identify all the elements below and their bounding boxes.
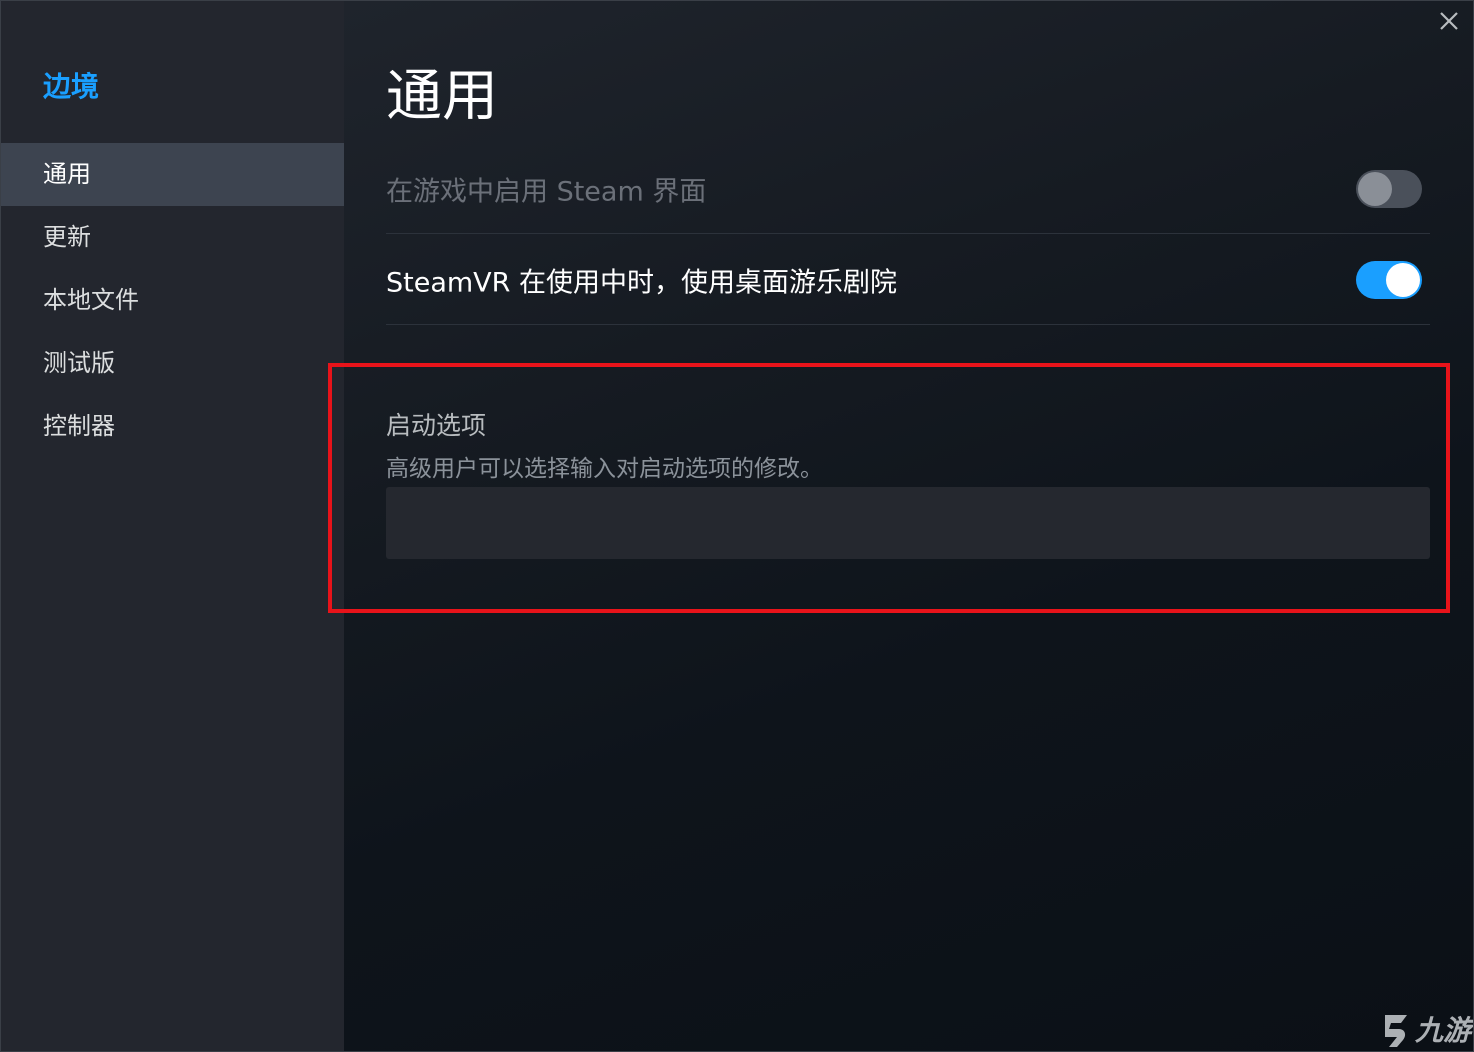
watermark-text: 九游 [1414, 1014, 1471, 1047]
main-panel: 通用 在游戏中启用 Steam 界面 SteamVR 在使用中时，使用桌面游乐剧… [328, 1, 1473, 1051]
desktop-theatre-toggle[interactable] [1356, 260, 1422, 299]
page-title: 通用 [386, 64, 498, 129]
properties-window: 边境 通用 更新 本地文件 测试版 控制器 通用 在游戏中启用 Steam 界面… [0, 0, 1474, 1052]
setting-row-desktop-theatre: SteamVR 在使用中时，使用桌面游乐剧院 [386, 235, 1430, 325]
sidebar-item-updates[interactable]: 更新 [1, 206, 344, 269]
toggle-knob [1358, 171, 1392, 206]
toggle-knob [1386, 262, 1420, 297]
setting-row-steam-overlay: 在游戏中启用 Steam 界面 [386, 144, 1430, 234]
close-button[interactable] [1435, 7, 1463, 35]
launch-options-title: 启动选项 [386, 411, 487, 440]
sidebar-item-local-files[interactable]: 本地文件 [1, 269, 344, 332]
close-icon [1440, 12, 1458, 30]
sidebar-nav: 通用 更新 本地文件 测试版 控制器 [1, 143, 344, 458]
sidebar-item-controller[interactable]: 控制器 [1, 395, 344, 458]
setting-label-desktop-theatre: SteamVR 在使用中时，使用桌面游乐剧院 [386, 267, 897, 298]
watermark: 九游 [1377, 1009, 1471, 1049]
watermark-logo-icon [1384, 1015, 1407, 1047]
game-title: 边境 [43, 70, 100, 103]
launch-options-description: 高级用户可以选择输入对启动选项的修改。 [386, 456, 823, 482]
sidebar-item-general[interactable]: 通用 [1, 143, 344, 206]
sidebar-item-betas[interactable]: 测试版 [1, 332, 344, 395]
setting-label-steam-overlay: 在游戏中启用 Steam 界面 [386, 176, 707, 207]
steam-overlay-toggle[interactable] [1356, 169, 1422, 208]
launch-options-input[interactable] [386, 487, 1430, 559]
sidebar: 边境 通用 更新 本地文件 测试版 控制器 [1, 1, 344, 1051]
